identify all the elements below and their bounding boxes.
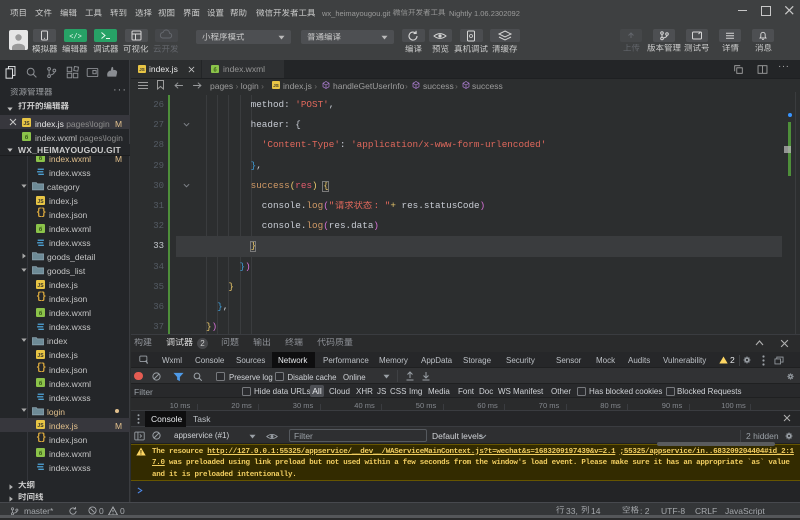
svg-text:JS: JS <box>139 67 145 72</box>
svg-text:JS: JS <box>37 353 44 359</box>
svg-text:б: б <box>39 226 43 233</box>
svg-text:б: б <box>213 66 216 73</box>
svg-text:JS: JS <box>37 198 44 204</box>
svg-text:б: б <box>39 156 43 162</box>
svg-text:!: ! <box>140 450 142 456</box>
svg-text:JS: JS <box>37 423 44 429</box>
svg-text:</>: </> <box>69 34 82 42</box>
svg-text:б: б <box>39 310 43 317</box>
svg-text:JS: JS <box>273 83 279 88</box>
svg-text:б: б <box>39 380 43 387</box>
svg-text:б: б <box>39 450 43 457</box>
svg-text:JS: JS <box>37 283 44 289</box>
svg-text:JS: JS <box>23 120 30 126</box>
svg-text:б: б <box>25 134 29 141</box>
